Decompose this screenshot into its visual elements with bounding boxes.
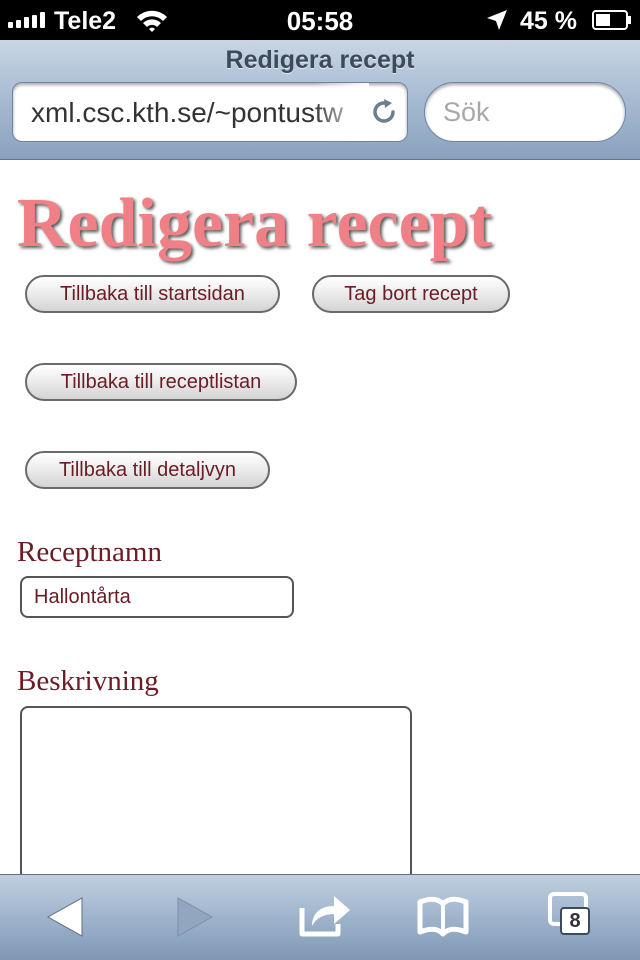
back-to-home-button[interactable]: Tillbaka till startsidan [25, 275, 280, 313]
browser-header: Redigera recept xml.csc.kth.se/~pontustw [0, 40, 640, 160]
share-icon[interactable] [298, 890, 352, 940]
back-arrow-icon[interactable] [40, 892, 94, 942]
back-to-recipe-list-button[interactable]: Tillbaka till receptlistan [25, 363, 297, 401]
reload-icon[interactable] [369, 97, 399, 127]
status-bar: Tele2 05:58 45 % [0, 0, 640, 40]
forward-arrow-icon [177, 897, 214, 937]
recipe-name-label: Receptnamn [17, 536, 162, 568]
bookmarks-book-icon[interactable] [416, 892, 470, 942]
location-arrow-icon [487, 10, 507, 30]
battery-percentage: 45 % [520, 7, 577, 35]
address-bar[interactable]: xml.csc.kth.se/~pontustw [12, 82, 408, 142]
tab-count-badge[interactable]: 8 [560, 907, 590, 935]
recipe-name-input[interactable] [20, 576, 294, 618]
description-label: Beskrivning [17, 665, 159, 697]
page-heading: Redigera recept [17, 185, 492, 262]
back-to-detail-view-button[interactable]: Tillbaka till detaljvyn [25, 451, 270, 489]
battery-icon [592, 10, 631, 30]
search-input[interactable] [443, 95, 613, 129]
search-field[interactable] [424, 82, 626, 142]
delete-recipe-button[interactable]: Tag bort recept [312, 275, 510, 313]
url-text[interactable]: xml.csc.kth.se/~pontustw [31, 97, 361, 129]
browser-page-title: Redigera recept [225, 46, 415, 74]
